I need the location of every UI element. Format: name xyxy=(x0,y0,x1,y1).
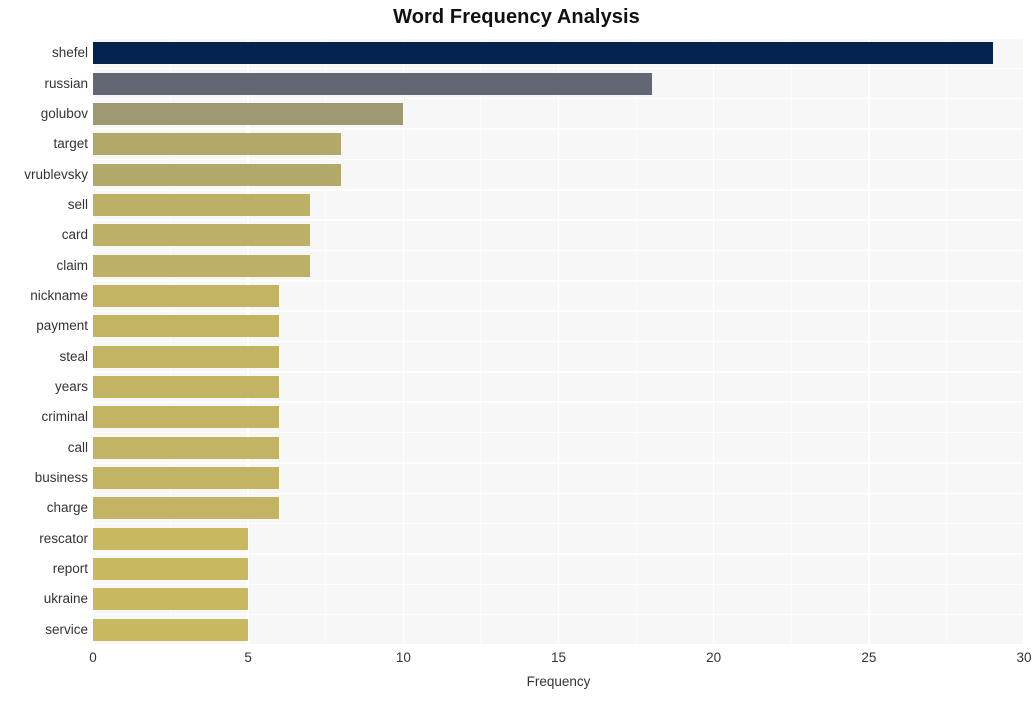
bar xyxy=(93,467,280,490)
y-axis-tick-label: ukraine xyxy=(43,591,88,607)
plot-area xyxy=(93,38,1024,645)
gridline-horizontal xyxy=(93,67,1024,70)
bar xyxy=(93,588,249,611)
y-axis-tick-labels: shefel russian golubov target vrublevsky sell… xyxy=(0,38,88,645)
gridline-horizontal xyxy=(93,401,1024,403)
x-axis-tick-label: 5 xyxy=(244,650,252,665)
gridline-horizontal xyxy=(93,553,1024,555)
y-axis-tick-label: nickname xyxy=(30,287,88,303)
gridline-horizontal xyxy=(93,280,1024,282)
y-axis-tick-label: years xyxy=(54,379,88,395)
x-axis-tick-label: 15 xyxy=(550,650,567,665)
y-axis-tick-label: sell xyxy=(67,196,88,212)
bar xyxy=(93,618,249,641)
bar xyxy=(93,254,311,277)
page-title: Word Frequency Analysis xyxy=(393,6,640,28)
bar xyxy=(93,558,249,581)
y-axis-tick-label: steal xyxy=(59,348,88,364)
gridline-horizontal xyxy=(93,310,1024,312)
y-axis-tick-label: vrublevsky xyxy=(24,166,88,182)
bar xyxy=(93,497,280,520)
x-axis-tick-label: 10 xyxy=(395,650,411,665)
chart-figure: Word Frequency Analysis shefel russian gol… xyxy=(0,0,1033,701)
y-axis-tick-label: payment xyxy=(36,318,88,334)
x-axis-title: Frequency xyxy=(526,674,591,689)
y-axis-tick-label: claim xyxy=(56,257,88,273)
y-axis-tick-label: business xyxy=(34,470,88,486)
bar xyxy=(93,315,280,338)
gridline-horizontal xyxy=(93,38,1024,39)
gridline-horizontal xyxy=(93,522,1024,525)
bar xyxy=(93,72,652,95)
gridline-horizontal xyxy=(93,431,1024,434)
x-axis-tick-label: 30 xyxy=(1016,650,1032,665)
gridline-horizontal xyxy=(93,249,1024,252)
gridline-horizontal xyxy=(93,219,1024,221)
y-axis-tick-label: target xyxy=(53,136,88,152)
bar xyxy=(93,163,342,186)
bar xyxy=(93,42,993,65)
gridline-horizontal xyxy=(93,340,1024,343)
bar xyxy=(93,436,280,459)
y-axis-tick-label: call xyxy=(67,439,88,455)
bar xyxy=(93,345,280,368)
gridline-horizontal xyxy=(93,189,1024,191)
y-axis-tick-label: report xyxy=(52,561,88,577)
bar xyxy=(93,102,404,125)
gridline-horizontal xyxy=(93,462,1024,464)
bar xyxy=(93,376,280,399)
gridline-horizontal xyxy=(93,97,1024,100)
y-axis-tick-label: charge xyxy=(46,500,88,516)
gridline-horizontal xyxy=(93,583,1024,586)
bar xyxy=(93,224,311,247)
gridline-horizontal xyxy=(93,158,1024,161)
y-axis-tick-label: rescator xyxy=(39,530,88,546)
bar xyxy=(93,527,249,550)
gridline-horizontal xyxy=(93,371,1024,373)
gridline-horizontal xyxy=(93,128,1024,130)
y-axis-tick-label: criminal xyxy=(41,409,88,425)
x-axis-tick-label: 25 xyxy=(861,650,877,665)
bar xyxy=(93,406,280,429)
gridline-horizontal xyxy=(93,492,1024,494)
gridline-horizontal xyxy=(93,644,1024,645)
y-axis-tick-label: russian xyxy=(44,75,88,91)
x-axis-tick-labels: 0 5 10 15 20 25 30 xyxy=(0,650,1033,670)
y-axis-tick-label: shefel xyxy=(51,45,88,61)
y-axis-tick-label: card xyxy=(61,227,88,243)
bar xyxy=(93,284,280,307)
y-axis-tick-label: service xyxy=(45,621,88,637)
y-axis-tick-label: golubov xyxy=(40,105,88,121)
gridline-horizontal xyxy=(93,613,1024,616)
bar xyxy=(93,193,311,216)
x-axis-tick-label: 20 xyxy=(706,650,722,665)
x-axis-tick-label: 0 xyxy=(89,650,97,665)
bar xyxy=(93,133,342,156)
